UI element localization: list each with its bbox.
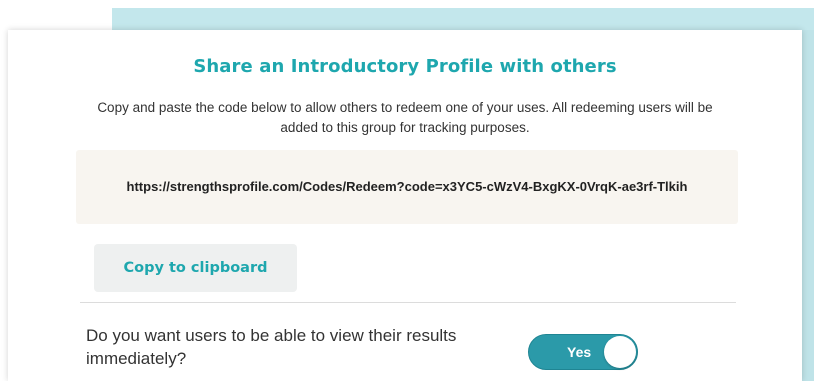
redeem-code-box[interactable]: https://strengthsprofile.com/Codes/Redee… [76, 150, 738, 224]
backdrop-edge [802, 30, 814, 381]
redeem-code-url: https://strengthsprofile.com/Codes/Redee… [126, 179, 688, 194]
toggle-knob[interactable] [604, 336, 636, 368]
modal-description: Copy and paste the code below to allow o… [97, 100, 713, 135]
modal-title: Share an Introductory Profile with other… [193, 56, 617, 77]
toggle-label: Yes [567, 344, 592, 360]
view-results-toggle[interactable]: Yes [528, 334, 638, 370]
share-profile-modal: Share an Introductory Profile with other… [8, 30, 802, 381]
view-results-question: Do you want users to be able to view the… [86, 326, 457, 368]
copy-to-clipboard-button[interactable]: Copy to clipboard [94, 244, 297, 292]
divider [80, 302, 736, 303]
